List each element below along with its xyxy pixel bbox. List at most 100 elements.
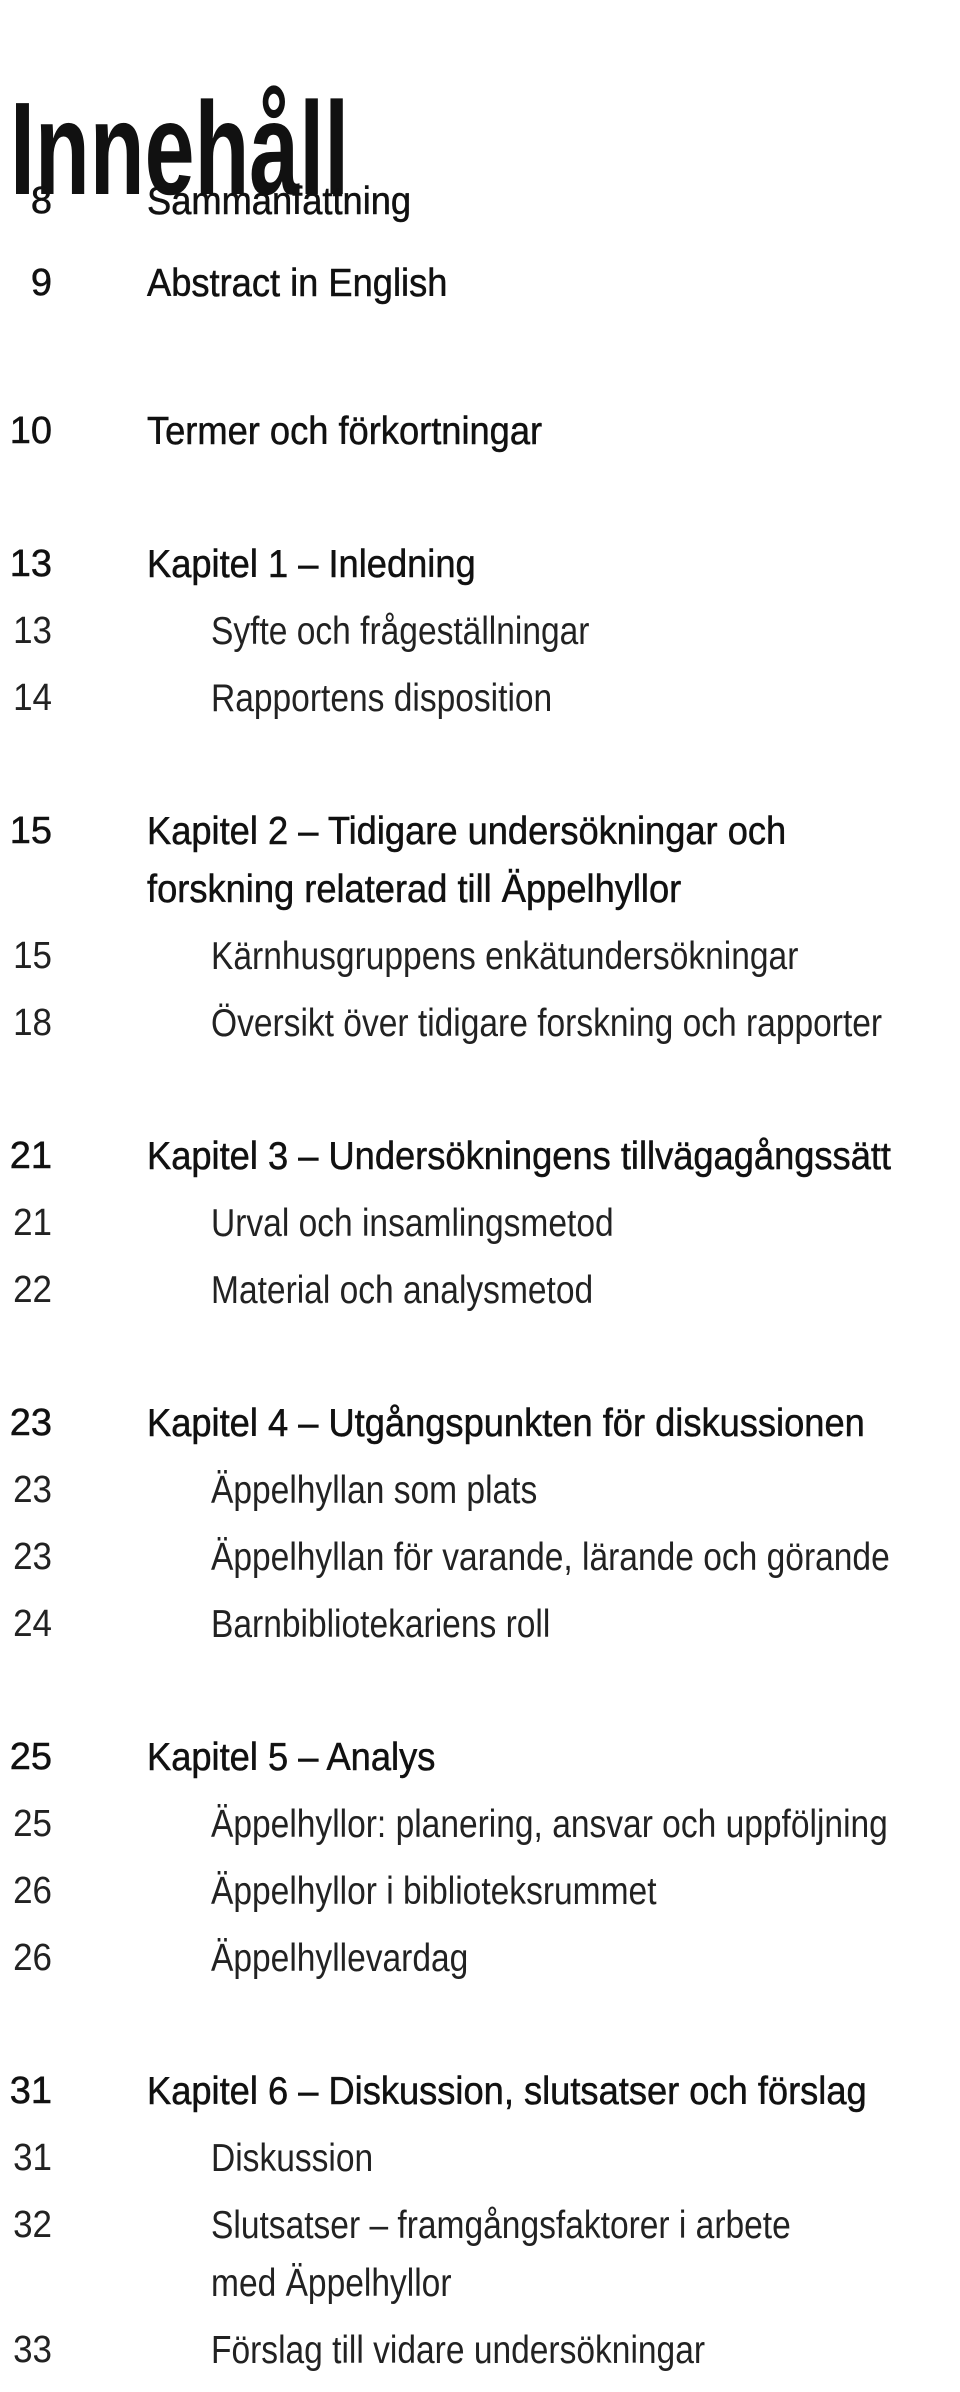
entry-title: Kärnhusgruppens enkätundersökningar [211, 923, 798, 990]
page-number: 18 [13, 1002, 52, 1044]
entry-title-line: Förslag till vidare undersökningar [211, 2329, 706, 2372]
entry-title: Barnbibliotekariens roll [211, 1591, 550, 1658]
entry-title-line: Rapportens disposition [211, 677, 553, 720]
page-number: 25 [13, 1803, 52, 1845]
entry-title-line: Material och analysmetod [211, 1269, 594, 1312]
page-number: 23 [9, 1402, 52, 1445]
page-number: 24 [13, 1603, 52, 1645]
entry-title-line: Barnbibliotekariens roll [211, 1603, 551, 1646]
entry-title: Kapitel 6 – Diskussion, slutsatser och f… [147, 2058, 867, 2125]
toc-subsection-entry[interactable]: 25 Äppelhyllor: planering, ansvar och upp… [0, 1791, 960, 1858]
entry-title: Förslag till vidare undersökningar [211, 2317, 705, 2384]
page-number: 25 [9, 1736, 52, 1779]
entry-title: Äppelhyllor i biblioteksrummet [211, 1858, 657, 1925]
toc-subsection-entry[interactable]: 33 Förslag till vidare undersökningar [0, 2317, 960, 2384]
toc-subsection-entry[interactable]: 23 Äppelhyllan för varande, lärande och g… [0, 1524, 960, 1591]
toc-subsection-entry[interactable]: 23 Äppelhyllan som plats [0, 1457, 960, 1524]
page-number: 15 [9, 810, 52, 853]
page-number: 14 [13, 677, 52, 719]
entry-title-line: Kapitel 1 – Inledning [147, 543, 476, 587]
entry-title: Abstract in English [147, 250, 448, 317]
entry-title-line: Sammanfattning [147, 180, 412, 224]
toc-subsection-entry[interactable]: 32 Slutsatser – framgångsfaktorer i arbet… [0, 2192, 960, 2317]
entry-title-line: med Äppelhyllor [211, 2262, 452, 2305]
toc-section: 23 Kapitel 4 – Utgångspunkten för diskuss… [0, 1390, 960, 1658]
entry-title-line: Äppelhyllor: planering, ansvar och uppfö… [211, 1803, 888, 1846]
toc-chapter-entry[interactable]: 15 Kapitel 2 – Tidigare undersökningar oc… [0, 798, 960, 923]
entry-title-line: Urval och insamlingsmetod [211, 1202, 614, 1245]
entry-title-line: forskning relaterad till Äppelhyllor [147, 868, 682, 912]
toc-chapter-entry[interactable]: 9 Abstract in English [0, 250, 960, 332]
page-number: 33 [13, 2329, 52, 2371]
entry-title-line: Termer och förkortningar [147, 410, 543, 454]
toc-subsection-entry[interactable]: 26 Äppelhyllor i biblioteksrummet [0, 1858, 960, 1925]
entry-title-line: Kapitel 6 – Diskussion, slutsatser och f… [147, 2070, 867, 2114]
entry-title: Kapitel 4 – Utgångspunkten för diskussio… [147, 1390, 865, 1457]
page-number: 13 [9, 543, 52, 586]
toc-chapter-entry[interactable]: 10 Termer och förkortningar [0, 398, 960, 465]
toc-section: 25 Kapitel 5 – Analys 25 Äppelhyllor: plane… [0, 1724, 960, 1992]
page-number: 13 [13, 610, 52, 652]
entry-title: Kapitel 1 – Inledning [147, 531, 476, 598]
entry-title: Diskussion [211, 2125, 373, 2192]
page-number: 23 [13, 1536, 52, 1578]
toc-subsection-entry[interactable]: 22 Material och analysmetod [0, 1257, 960, 1324]
toc-chapter-entry[interactable]: 8 Sammanfattning [0, 168, 960, 250]
page-number: 26 [13, 1937, 52, 1979]
toc-subsection-entry[interactable]: 18 Översikt över tidigare forskning och r… [0, 990, 960, 1057]
entry-title-line: Kärnhusgruppens enkätundersökningar [211, 935, 799, 978]
entry-title: Kapitel 3 – Undersökningens tillvägagång… [147, 1123, 891, 1190]
page-number: 23 [13, 1469, 52, 1511]
entry-title-line: Abstract in English [147, 262, 448, 306]
entry-title-line: Kapitel 3 – Undersökningens tillvägagång… [147, 1135, 892, 1179]
entry-title-line: Äppelhyllan för varande, lärande och gör… [211, 1536, 890, 1579]
toc-subsection-entry[interactable]: 24 Barnbibliotekariens roll [0, 1591, 960, 1658]
entry-title-line: Äppelhyllor i biblioteksrummet [211, 1870, 657, 1913]
toc-section: 10 Termer och förkortningar [0, 398, 960, 465]
entry-title: Äppelhyllan som plats [211, 1457, 537, 1524]
page-number: 26 [13, 1870, 52, 1912]
entry-title: Rapportens disposition [211, 665, 552, 732]
entry-title: Äppelhyllor: planering, ansvar och uppfö… [211, 1791, 888, 1858]
entry-title: Material och analysmetod [211, 1257, 593, 1324]
page-number: 22 [13, 1269, 52, 1311]
page-number: 31 [13, 2137, 52, 2179]
entry-title-line: Diskussion [211, 2137, 374, 2180]
toc-subsection-entry[interactable]: 26 Äppelhyllevardag [0, 1925, 960, 1992]
toc-subsection-entry[interactable]: 14 Rapportens disposition [0, 665, 960, 732]
entry-title: Äppelhyllevardag [211, 1925, 468, 1992]
entry-title: Termer och förkortningar [147, 398, 543, 465]
entry-title-line: Slutsatser – framgångsfaktorer i arbete [211, 2204, 791, 2247]
toc-subsection-entry[interactable]: 15 Kärnhusgruppens enkätundersökningar [0, 923, 960, 990]
toc-chapter-entry[interactable]: 31 Kapitel 6 – Diskussion, slutsatser och… [0, 2058, 960, 2125]
entry-title-line: Kapitel 5 – Analys [147, 1736, 436, 1780]
toc-chapter-entry[interactable]: 23 Kapitel 4 – Utgångspunkten för diskuss… [0, 1390, 960, 1457]
page-number: 15 [13, 935, 52, 977]
page-number: 32 [13, 2204, 52, 2246]
toc-section: 21 Kapitel 3 – Undersökningens tillvägagå… [0, 1123, 960, 1324]
entry-title: Kapitel 2 – Tidigare undersökningar och f… [147, 803, 787, 919]
entry-title: Sammanfattning [147, 168, 412, 235]
entry-title-line: Syfte och frågeställningar [211, 610, 590, 653]
page-number: 31 [9, 2070, 52, 2113]
toc-chapter-entry[interactable]: 25 Kapitel 5 – Analys [0, 1724, 960, 1791]
entry-title-line: Äppelhyllan som plats [211, 1469, 538, 1512]
toc-section: 13 Kapitel 1 – Inledning 13 Syfte och fråge… [0, 531, 960, 732]
entry-title: Syfte och frågeställningar [211, 598, 589, 665]
toc-section: 8 Sammanfattning 9 Abstract in English [0, 168, 960, 332]
entry-title-line: Översikt över tidigare forskning och rap… [211, 1002, 883, 1045]
toc-subsection-entry[interactable]: 21 Urval och insamlingsmetod [0, 1190, 960, 1257]
page-number: 9 [30, 262, 53, 305]
entry-title: Översikt över tidigare forskning och rap… [211, 990, 882, 1057]
table-of-contents: 8 Sammanfattning 9 Abstract in English 10 Ter… [0, 168, 960, 2384]
toc-section: 31 Kapitel 6 – Diskussion, slutsatser och… [0, 2058, 960, 2384]
toc-chapter-entry[interactable]: 21 Kapitel 3 – Undersökningens tillvägagå… [0, 1123, 960, 1190]
entry-title-line: Äppelhyllevardag [211, 1937, 469, 1980]
page-number: 21 [13, 1202, 52, 1244]
entry-title: Urval och insamlingsmetod [211, 1190, 614, 1257]
toc-section: 15 Kapitel 2 – Tidigare undersökningar oc… [0, 798, 960, 1057]
entry-title: Äppelhyllan för varande, lärande och gör… [211, 1524, 890, 1591]
toc-subsection-entry[interactable]: 13 Syfte och frågeställningar [0, 598, 960, 665]
toc-subsection-entry[interactable]: 31 Diskussion [0, 2125, 960, 2192]
toc-chapter-entry[interactable]: 13 Kapitel 1 – Inledning [0, 531, 960, 598]
